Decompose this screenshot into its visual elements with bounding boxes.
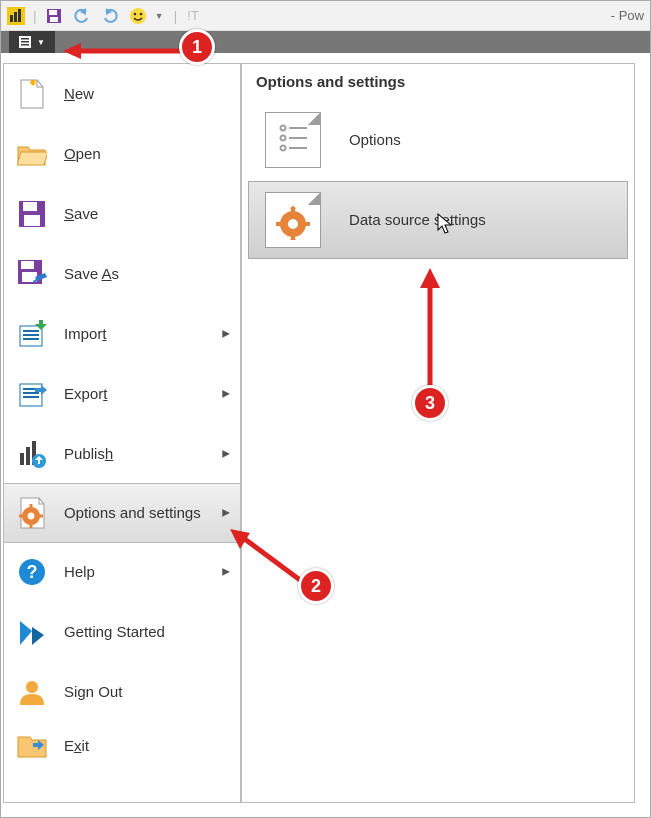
save-disk-icon: [16, 198, 48, 230]
menu-item-getting-started[interactable]: Getting Started: [4, 602, 240, 662]
menu-item-exit[interactable]: Exit: [4, 722, 240, 770]
menu-label-open: Open: [64, 146, 228, 163]
chevron-right-icon: ▶: [222, 567, 230, 578]
options-settings-icon: [16, 497, 48, 529]
options-page-icon: [265, 112, 321, 168]
annotation-badge-3: 3: [412, 385, 448, 421]
menu-item-options-settings[interactable]: Options and settings ▶: [3, 483, 241, 543]
powerbi-logo-icon: [5, 5, 27, 27]
file-menu-icon: [19, 36, 33, 48]
exit-icon: [16, 730, 48, 762]
submenu-item-options[interactable]: Options: [248, 101, 628, 179]
menu-item-signout[interactable]: Sign Out: [4, 662, 240, 722]
file-tab-button[interactable]: ▼: [9, 31, 55, 53]
menu-item-publish[interactable]: Publish ▶: [4, 424, 240, 484]
qat-separator: |: [174, 8, 178, 24]
qat-separator: |: [33, 8, 37, 24]
menu-item-help[interactable]: ? Help ▶: [4, 542, 240, 602]
window-title-suffix: - Pow: [611, 1, 644, 31]
annotation-badge-1: 1: [179, 29, 215, 65]
menu-label-saveas: Save As: [64, 266, 228, 283]
getting-started-icon: [16, 616, 48, 648]
open-folder-icon: [16, 138, 48, 170]
submenu-item-data-source-settings[interactable]: Data source settings: [248, 181, 628, 259]
ribbon-strip: ▼: [1, 31, 650, 53]
chevron-right-icon: ▶: [222, 329, 230, 340]
new-file-icon: [16, 78, 48, 110]
saveas-icon: [16, 258, 48, 290]
menu-label-publish: Publish: [64, 446, 228, 463]
menu-item-new[interactable]: New: [4, 64, 240, 124]
submenu-title: Options and settings: [242, 64, 634, 99]
menu-item-save[interactable]: Save: [4, 184, 240, 244]
menu-label-import: Import: [64, 326, 228, 343]
menu-item-import[interactable]: Import ▶: [4, 304, 240, 364]
chevron-down-icon: ▼: [37, 38, 45, 47]
svg-text:?: ?: [27, 562, 38, 582]
menu-label-help: Help: [64, 564, 228, 581]
export-icon: [16, 378, 48, 410]
menu-label-getst: Getting Started: [64, 624, 228, 641]
menu-label-export: Export: [64, 386, 228, 403]
submenu-label-options: Options: [349, 132, 401, 149]
menu-label-save: Save: [64, 206, 228, 223]
submenu-panel: Options and settings Options Data source…: [241, 63, 635, 803]
menu-label-optset: Options and settings: [64, 505, 228, 522]
smiley-icon[interactable]: [127, 5, 149, 27]
submenu-label-dss: Data source settings: [349, 212, 486, 229]
chevron-right-icon: ▶: [222, 508, 230, 519]
title-text-obscured: !T: [187, 8, 199, 23]
chevron-right-icon: ▶: [222, 389, 230, 400]
redo-icon[interactable]: [99, 5, 121, 27]
undo-icon[interactable]: [71, 5, 93, 27]
qat-dropdown-icon[interactable]: ▼: [155, 11, 164, 21]
menu-item-saveas[interactable]: Save As: [4, 244, 240, 304]
publish-icon: [16, 438, 48, 470]
annotation-badge-2: 2: [298, 568, 334, 604]
save-icon[interactable]: [43, 5, 65, 27]
menu-label-exit: Exit: [64, 738, 228, 755]
menu-label-signout: Sign Out: [64, 684, 228, 701]
menu-item-export[interactable]: Export ▶: [4, 364, 240, 424]
titlebar: | ▼ | !T - Pow: [1, 1, 650, 31]
data-source-settings-icon: [265, 192, 321, 248]
file-menu-panel: New Open Save Save As Im: [3, 63, 241, 803]
chevron-right-icon: ▶: [222, 449, 230, 460]
menu-item-open[interactable]: Open: [4, 124, 240, 184]
signout-icon: [16, 676, 48, 708]
import-icon: [16, 318, 48, 350]
help-icon: ?: [16, 556, 48, 588]
menu-label-new: New: [64, 86, 228, 103]
